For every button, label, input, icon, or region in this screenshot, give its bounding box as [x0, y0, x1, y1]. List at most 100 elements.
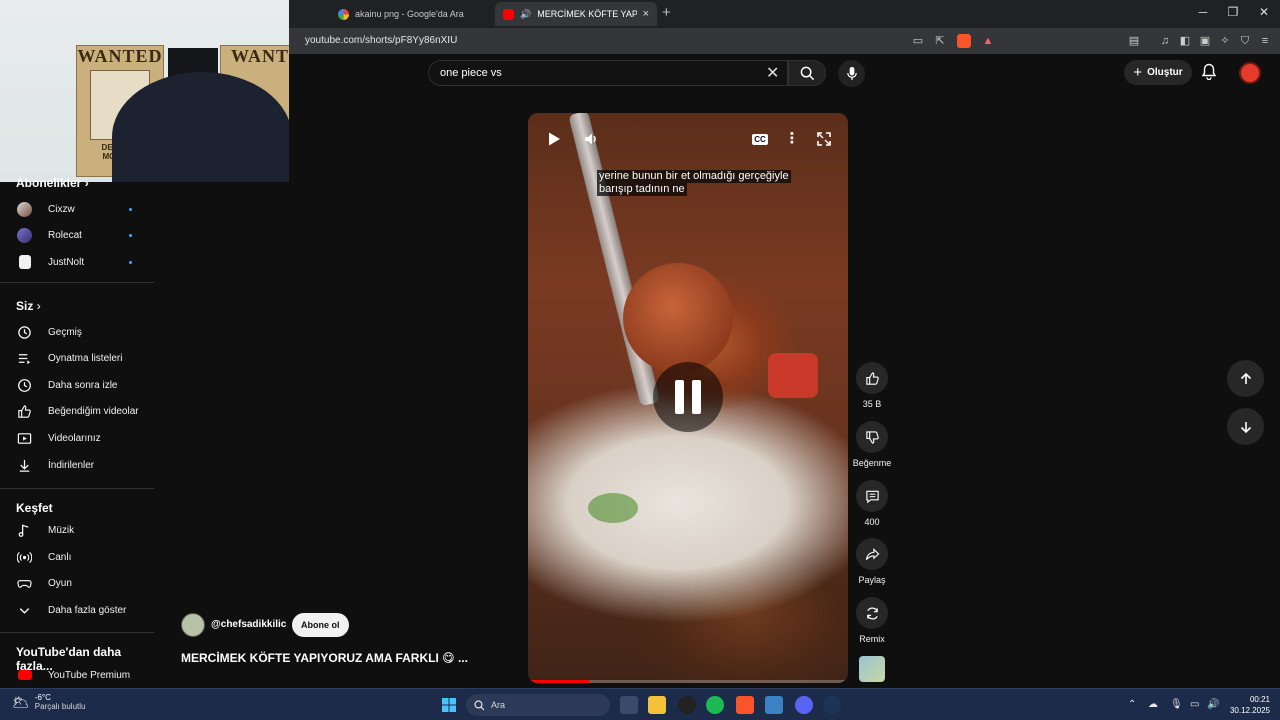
leo-ai-icon[interactable]: ✧ [1218, 34, 1232, 48]
windows-taskbar: 🌥 -6°C Parçalı bulutlu Ara ⌃ ☁ 🎙 ▭ 🔊 00:… [0, 688, 1280, 720]
next-short-button[interactable] [1227, 408, 1264, 445]
share-action[interactable]: Paylaş [852, 538, 892, 585]
search-box [428, 60, 788, 86]
sidebar-item-rolecat[interactable]: Rolecat [0, 222, 154, 248]
tab-google-search[interactable]: akainu png - Google'da Ara [330, 2, 490, 26]
steam-overlay-icon[interactable] [678, 696, 696, 714]
google-icon [338, 8, 349, 20]
task-view-icon[interactable] [620, 696, 638, 714]
tab-youtube-short[interactable]: 🔊 MERCİMEK KÖFTE YAPIYORUZ × [495, 2, 657, 26]
comments-action[interactable]: 400 [852, 480, 892, 527]
captions-button[interactable]: CC [748, 127, 772, 151]
search-button[interactable] [788, 60, 826, 86]
sidebar-item-justnolt[interactable]: JustNolt [0, 249, 154, 275]
search-input[interactable] [440, 67, 760, 79]
display-icon[interactable]: ▭ [1190, 699, 1199, 710]
sidebar-item-music[interactable]: Müzik [0, 517, 154, 543]
sidebar-item-history[interactable]: Geçmiş [0, 319, 154, 345]
start-icon[interactable] [440, 696, 458, 714]
play-button[interactable] [542, 127, 566, 151]
volume-tray-icon[interactable]: 🔊 [1207, 699, 1219, 710]
sidebar-item-show-more[interactable]: Daha fazla göster [0, 597, 154, 623]
vpn-icon[interactable]: ⛉ [1238, 34, 1252, 48]
pause-button[interactable] [653, 362, 723, 432]
you-heading[interactable]: Siz › [16, 299, 41, 313]
sidebar-item-liked-videos[interactable]: Beğendiğim videolar [0, 398, 154, 424]
create-button[interactable]: + Oluştur [1124, 60, 1192, 85]
restore-icon[interactable]: ❐ [1223, 5, 1243, 19]
sidebar-item-gaming[interactable]: Oyun [0, 570, 154, 596]
history-icon [18, 325, 31, 339]
tray-chevron-icon[interactable]: ⌃ [1128, 699, 1136, 710]
channel-avatar [17, 201, 32, 217]
explore-heading: Keşfet [16, 501, 53, 515]
url-field[interactable]: youtube.com/shorts/pF8Yy86nXIU [305, 35, 457, 46]
brave-rewards-icon[interactable]: ▲ [981, 34, 995, 48]
sidebar-item-youtube-premium[interactable]: YouTube Premium [0, 662, 154, 688]
playlist-icon [18, 353, 31, 364]
youtube-icon [503, 8, 514, 20]
dislike-action[interactable]: Beğenme [852, 421, 892, 468]
sidebar-item-live[interactable]: Canlı [0, 544, 154, 570]
account-avatar[interactable] [1239, 62, 1261, 84]
download-icon [19, 459, 30, 472]
weather-widget[interactable]: 🌥 -6°C Parçalı bulutlu [12, 693, 85, 711]
microphone-tray-icon[interactable]: 🎙 [1170, 699, 1183, 710]
like-count: 35 B [862, 399, 882, 409]
spotify-icon[interactable] [706, 696, 724, 714]
app-icon[interactable] [765, 696, 783, 714]
sound-thumbnail[interactable] [859, 656, 885, 682]
file-explorer-icon[interactable] [648, 696, 666, 714]
like-action[interactable]: 35 B [852, 362, 892, 409]
brave-browser-icon[interactable] [736, 696, 754, 714]
sidebar-item-cixzw[interactable]: Cixzw [0, 196, 154, 222]
previous-short-button[interactable] [1227, 360, 1264, 397]
menu-icon[interactable]: ≡ [1258, 34, 1272, 48]
pause-icon [675, 380, 684, 414]
progress-fill [528, 680, 589, 683]
channel-name[interactable]: @chefsadikkilic [211, 619, 286, 630]
channel-avatar[interactable] [181, 613, 205, 637]
sidebar-toggle-icon[interactable]: ◧ [1178, 34, 1192, 48]
thumb-down-icon [865, 430, 879, 444]
brave-shield-icon[interactable] [957, 34, 971, 48]
speaker-icon[interactable]: 🔊 [520, 9, 531, 20]
create-label: Oluştur [1147, 67, 1183, 78]
taskbar-search[interactable]: Ara [466, 694, 610, 716]
chevron-right-icon: › [84, 176, 89, 190]
fullscreen-button[interactable] [812, 127, 836, 151]
voice-search-button[interactable] [838, 60, 865, 87]
video-title[interactable]: MERCİMEK KÖFTE YAPIYORUZ AMA FARKLI 😋 ..… [181, 651, 468, 665]
media-icon[interactable]: ♫ [1158, 34, 1172, 48]
volume-button[interactable] [579, 127, 603, 151]
reader-mode-icon[interactable]: ▤ [1127, 34, 1141, 48]
steam-icon[interactable] [823, 696, 841, 714]
window-close-icon[interactable]: ✕ [1254, 5, 1274, 19]
subscriptions-heading[interactable]: Abonelikler › [16, 176, 89, 190]
sidebar-item-playlists[interactable]: Oynatma listeleri [0, 345, 154, 371]
remix-label: Remix [859, 634, 885, 644]
shorts-video-player[interactable]: CC ⋮ yerine bunun bir et olmadığı gerçeğ… [528, 113, 848, 683]
sidebar-item-downloads[interactable]: İndirilenler [0, 452, 154, 478]
discord-icon[interactable] [795, 696, 813, 714]
sidebar-item-your-videos[interactable]: Videolarınız [0, 425, 154, 451]
arrow-down-icon [1240, 421, 1251, 433]
network-icon[interactable]: ☁ [1148, 699, 1158, 710]
herbs [588, 493, 638, 523]
system-clock[interactable]: 00:21 30.12.2025 [1226, 694, 1270, 716]
more-options-button[interactable]: ⋮ [780, 127, 804, 151]
cast-icon[interactable]: ▭ [911, 34, 925, 48]
remix-action[interactable]: Remix [852, 597, 892, 644]
video-progress-bar[interactable] [528, 680, 848, 683]
share-page-icon[interactable]: ⇱ [933, 34, 947, 48]
remix-icon [866, 606, 878, 620]
sidebar-item-watch-later[interactable]: Daha sonra izle [0, 372, 154, 398]
notifications-button[interactable] [1201, 63, 1217, 83]
wallet-icon[interactable]: ▣ [1198, 34, 1212, 48]
tab-close-icon[interactable]: × [643, 8, 649, 20]
new-tab-button[interactable]: + [662, 4, 671, 21]
minimize-icon[interactable]: ─ [1193, 5, 1213, 19]
divider [0, 488, 154, 489]
clear-search-icon[interactable]: ✕ [766, 63, 779, 83]
subscribe-button[interactable]: Abone ol [292, 613, 349, 637]
